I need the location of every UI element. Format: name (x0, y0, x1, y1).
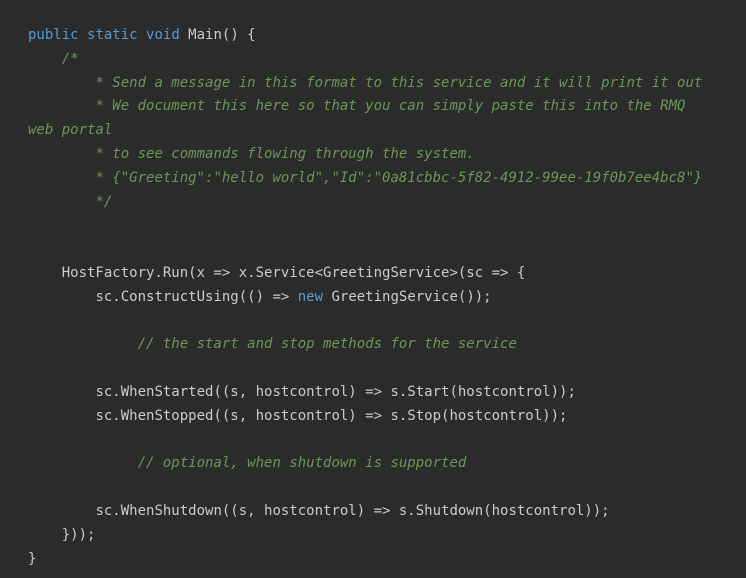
comment-line: * to see commands flowing through the sy… (28, 146, 475, 162)
code-line: GreetingService()); (323, 289, 492, 305)
comment-line: // optional, when shutdown is supported (28, 455, 466, 471)
code-line: sc.ConstructUsing(() => (28, 289, 298, 305)
code-line: HostFactory.Run(x => x.Service<GreetingS… (28, 265, 525, 281)
method-signature: Main() { (180, 27, 256, 43)
keyword-public: public (28, 27, 79, 43)
code-line: sc.WhenShutdown((s, hostcontrol) => s.Sh… (28, 503, 610, 519)
comment-line: * Send a message in this format to this … (28, 75, 702, 91)
code-line: sc.WhenStarted((s, hostcontrol) => s.Sta… (28, 384, 576, 400)
keyword-void: void (146, 27, 180, 43)
comment-line: * {"Greeting":"hello world","Id":"0a81cb… (28, 170, 702, 186)
code-line: sc.WhenStopped((s, hostcontrol) => s.Sto… (28, 408, 567, 424)
comment-line: // the start and stop methods for the se… (28, 336, 517, 352)
comment-line: * We document this here so that you can … (28, 98, 694, 138)
code-line: })); (28, 527, 95, 543)
comment-open: /* (28, 51, 79, 67)
code-line: } (28, 551, 36, 567)
keyword-new: new (298, 289, 323, 305)
comment-close: */ (28, 194, 112, 210)
code-block: public static void Main() { /* * Send a … (0, 0, 746, 578)
keyword-static: static (87, 27, 138, 43)
